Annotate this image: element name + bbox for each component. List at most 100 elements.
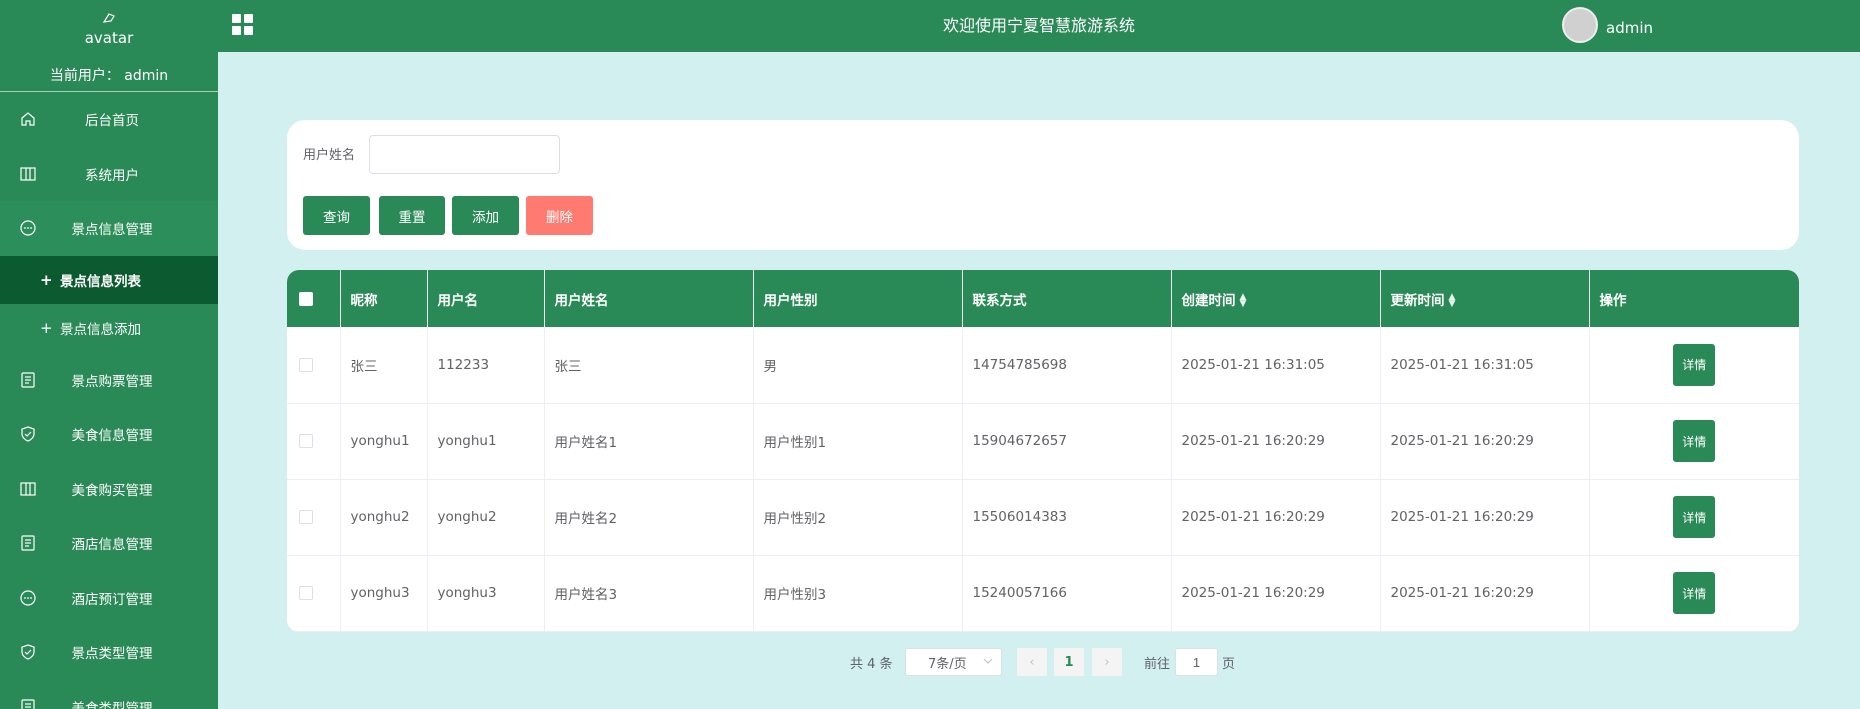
table-row: yonghu1 yonghu1 用户姓名1 用户性别1 15904672657 2025-… (287, 403, 1799, 480)
row-select-cell (287, 555, 341, 632)
sidebar-item-food-info[interactable]: 美食信息管理 (0, 407, 218, 462)
sidebar-item-system-users[interactable]: 系统用户 (0, 147, 218, 202)
actions-cell: 详情 (1589, 555, 1799, 632)
sidebar-subitem-scenic-list[interactable]: + 景点信息列表 (0, 255, 218, 304)
broken-image-icon (102, 12, 116, 27)
column-header: 用户名 (427, 270, 545, 327)
detail-button[interactable]: 详情 (1673, 572, 1716, 614)
goto-page-input[interactable] (1175, 648, 1218, 676)
detail-button[interactable]: 详情 (1673, 343, 1716, 386)
table-cell: 2025-01-21 16:20:29 (1171, 403, 1381, 480)
table-cell: 男 (753, 327, 963, 404)
row-checkbox[interactable] (299, 434, 313, 448)
table-cell: 14754785698 (962, 327, 1172, 404)
sidebar-item-hotel-info[interactable]: 酒店信息管理 (0, 516, 218, 571)
user-name-label: 用户姓名 (303, 148, 356, 163)
current-user-label: 当前用户： admin (0, 58, 218, 92)
table-row: yonghu2 yonghu2 用户姓名2 用户性别2 15506014383 2025-… (287, 479, 1799, 556)
table-cell: 112233 (427, 327, 545, 404)
actions-cell: 详情 (1589, 403, 1799, 480)
page-number-button[interactable]: 1 (1054, 648, 1084, 676)
users-table: 昵称 用户名 用户姓名 用户性别 联系方式 创建时间 ▲ ▼ 更新时间 ▲ ▼ 操作 张… (287, 270, 1799, 632)
sidebar-item-food-type[interactable]: 美食类型管理 (0, 680, 218, 709)
row-checkbox[interactable] (299, 357, 313, 372)
table-cell: yonghu2 (340, 479, 428, 556)
table-cell: 用户姓名1 (544, 403, 754, 480)
column-header-label: 创建时间 (1181, 292, 1236, 309)
avatar-logo: avatar (0, 0, 218, 58)
sort-icon[interactable]: ▲ ▼ (1449, 292, 1456, 308)
chevron-down-icon (983, 655, 993, 665)
detail-button[interactable]: 详情 (1673, 420, 1716, 462)
sidebar-subitem-scenic-add[interactable]: + 景点信息添加 (0, 304, 218, 353)
page-size-select[interactable]: 7条/页 (905, 648, 1002, 676)
actions-cell: 详情 (1589, 327, 1799, 404)
document-icon (19, 698, 37, 709)
table-cell: 张三 (544, 327, 754, 404)
table-cell: yonghu3 (427, 555, 545, 632)
column-header: 操作 (1599, 292, 1627, 309)
avatar-alt-text: avatar (84, 28, 134, 47)
pagination-total: 共 4 条 (850, 656, 893, 672)
row-checkbox[interactable] (299, 510, 313, 524)
top-header: 欢迎使用宁夏智慧旅游系统 admin (218, 0, 1860, 52)
detail-button[interactable]: 详情 (1673, 496, 1716, 538)
avatar[interactable] (1562, 7, 1598, 43)
table-cell: 2025-01-21 16:31:05 (1380, 327, 1590, 404)
table-cell: 15506014383 (962, 479, 1172, 556)
add-button[interactable]: 添加 (452, 196, 519, 235)
table-cell: 15904672657 (962, 403, 1172, 480)
sidebar-item-scenic-management[interactable]: 景点信息管理 (0, 201, 218, 256)
column-header-label: 更新时间 (1390, 292, 1445, 309)
column-header-created[interactable]: 创建时间 ▲ ▼ (1171, 270, 1381, 327)
query-button[interactable]: 查询 (303, 196, 370, 235)
table-cell: 用户性别1 (753, 403, 963, 480)
sidebar: avatar 当前用户： admin 后台首页 系统用户 景点信息管理 + 景点… (0, 0, 218, 709)
select-all-checkbox[interactable] (299, 291, 313, 306)
chevron-left-icon: ‹ (1029, 654, 1035, 670)
columns-icon (19, 480, 37, 498)
next-page-button[interactable]: › (1092, 648, 1122, 676)
sort-icon[interactable]: ▲ ▼ (1240, 292, 1247, 308)
table-row: yonghu3 yonghu3 用户姓名3 用户性别3 15240057166 2025-… (287, 555, 1799, 632)
table-cell: yonghu1 (427, 403, 545, 480)
home-icon (19, 110, 37, 128)
page-size-value: 7条/页 (928, 656, 967, 672)
table-cell: 用户性别3 (753, 555, 963, 632)
sidebar-item-ticket-management[interactable]: 景点购票管理 (0, 353, 218, 408)
reset-button[interactable]: 重置 (379, 196, 445, 235)
table-cell: 张三 (340, 327, 428, 404)
row-select-cell (287, 403, 341, 480)
column-header-updated[interactable]: 更新时间 ▲ ▼ (1380, 270, 1590, 327)
sidebar-subitem-label: 景点信息添加 (60, 322, 141, 339)
delete-button[interactable]: 删除 (526, 196, 593, 235)
column-header: 用户姓名 (544, 270, 754, 327)
user-name-search-input[interactable] (369, 135, 560, 174)
table-cell: 用户性别2 (753, 479, 963, 556)
goto-label: 前往 (1144, 656, 1171, 672)
prev-page-button[interactable]: ‹ (1017, 648, 1047, 676)
table-cell: yonghu3 (340, 555, 428, 632)
sidebar-item-food-purchase[interactable]: 美食购买管理 (0, 462, 218, 517)
shield-check-icon (19, 425, 37, 443)
columns-icon (19, 165, 37, 183)
column-header: 联系方式 (962, 270, 1172, 327)
sidebar-item-scenic-type[interactable]: 景点类型管理 (0, 625, 218, 680)
row-checkbox[interactable] (299, 586, 313, 600)
chat-icon (19, 219, 37, 237)
plus-icon: + (40, 319, 53, 338)
table-cell: 2025-01-21 16:20:29 (1380, 403, 1590, 480)
table-cell: 2025-01-21 16:20:29 (1171, 555, 1381, 632)
column-header: 昵称 (340, 270, 428, 327)
sidebar-item-dashboard[interactable]: 后台首页 (0, 92, 218, 147)
table-cell: 2025-01-21 16:20:29 (1171, 479, 1381, 556)
sidebar-item-hotel-booking[interactable]: 酒店预订管理 (0, 571, 218, 626)
table-cell: 用户姓名2 (544, 479, 754, 556)
header-username[interactable]: admin (1606, 0, 1653, 56)
table-cell: 2025-01-21 16:20:29 (1380, 479, 1590, 556)
sidebar-subitem-label: 景点信息列表 (60, 273, 141, 290)
table-cell: 用户姓名3 (544, 555, 754, 632)
table-cell: 2025-01-21 16:20:29 (1380, 555, 1590, 632)
row-select-cell (287, 479, 341, 556)
table-cell: yonghu1 (340, 403, 428, 480)
